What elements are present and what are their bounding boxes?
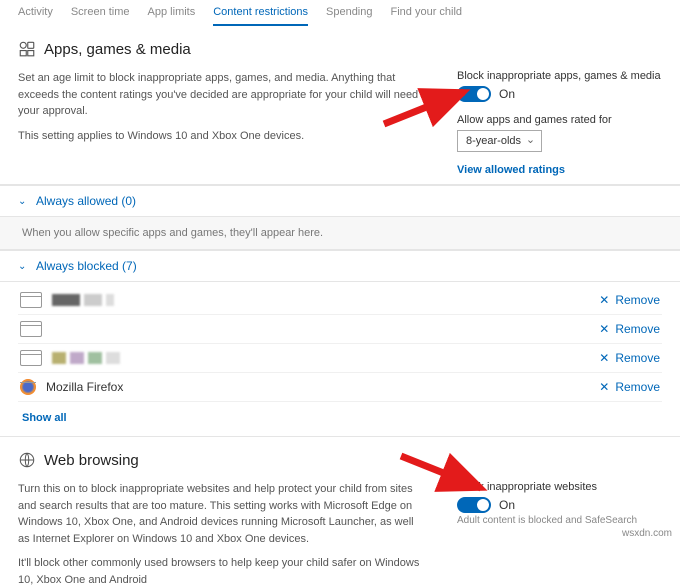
always-allowed-hint: When you allow specific apps and games, … <box>0 217 680 250</box>
remove-button[interactable]: ✕Remove <box>599 293 660 307</box>
block-web-subtext: Adult content is blocked and SafeSearch <box>457 515 662 526</box>
view-allowed-ratings-link[interactable]: View allowed ratings <box>457 164 565 176</box>
section-web-browsing: Web browsing Turn this on to block inapp… <box>0 436 680 588</box>
watermark: wsxdn.com <box>622 528 672 539</box>
tab-spending[interactable]: Spending <box>326 6 373 26</box>
block-web-toggle[interactable] <box>457 497 491 513</box>
blocked-item: ✕Remove <box>18 344 662 373</box>
close-icon: ✕ <box>599 380 609 394</box>
app-icon <box>20 321 42 337</box>
block-web-label: Block inappropriate websites <box>457 481 662 493</box>
always-blocked-label: Always blocked (7) <box>36 259 137 273</box>
block-web-toggle-state: On <box>499 498 515 512</box>
close-icon: ✕ <box>599 351 609 365</box>
block-apps-toggle[interactable] <box>457 86 491 102</box>
apps-description: Set an age limit to block inappropriate … <box>18 70 427 176</box>
blocked-item: ✕Remove <box>18 286 662 315</box>
blocked-app-name: Mozilla Firefox <box>46 380 589 394</box>
tab-activity[interactable]: Activity <box>18 6 53 26</box>
blocked-app-name <box>52 352 589 364</box>
section-apps-games-media: Apps, games & media Set an age limit to … <box>0 26 680 185</box>
section-title-apps: Apps, games & media <box>44 41 191 58</box>
age-rating-select[interactable]: 8-year-olds <box>457 130 542 152</box>
chevron-down-icon: ⌄ <box>18 261 28 272</box>
always-allowed-label: Always allowed (0) <box>36 194 136 208</box>
blocked-item: ✕Remove <box>18 315 662 344</box>
blocked-item: Mozilla Firefox ✕Remove <box>18 373 662 402</box>
tab-content-restrictions[interactable]: Content restrictions <box>213 6 308 26</box>
remove-button[interactable]: ✕Remove <box>599 322 660 336</box>
app-icon <box>20 292 42 308</box>
blocked-app-name <box>52 294 589 306</box>
block-apps-label: Block inappropriate apps, games & media <box>457 70 662 82</box>
web-desc-2: It'll block other commonly used browsers… <box>18 555 427 588</box>
globe-icon <box>18 451 36 469</box>
tab-find-your-child[interactable]: Find your child <box>391 6 463 26</box>
tab-app-limits[interactable]: App limits <box>148 6 196 26</box>
apps-icon <box>18 40 36 58</box>
firefox-icon <box>20 379 36 395</box>
tabs-bar: Activity Screen time App limits Content … <box>0 0 680 26</box>
apps-desc-2: This setting applies to Windows 10 and X… <box>18 128 427 145</box>
always-blocked-row[interactable]: ⌄ Always blocked (7) <box>0 250 680 282</box>
allow-rated-label: Allow apps and games rated for <box>457 114 662 126</box>
web-description: Turn this on to block inappropriate webs… <box>18 481 427 588</box>
chevron-down-icon: ⌄ <box>18 196 28 207</box>
close-icon: ✕ <box>599 322 609 336</box>
app-icon <box>20 350 42 366</box>
remove-button[interactable]: ✕Remove <box>599 380 660 394</box>
remove-button[interactable]: ✕Remove <box>599 351 660 365</box>
close-icon: ✕ <box>599 293 609 307</box>
show-all-link[interactable]: Show all <box>22 412 67 424</box>
apps-desc-1: Set an age limit to block inappropriate … <box>18 70 427 120</box>
web-desc-1: Turn this on to block inappropriate webs… <box>18 481 427 547</box>
block-apps-toggle-state: On <box>499 87 515 101</box>
always-allowed-row[interactable]: ⌄ Always allowed (0) <box>0 185 680 217</box>
blocked-list: ✕Remove ✕Remove ✕Remove Mozilla Firefox … <box>0 282 680 436</box>
section-title-web: Web browsing <box>44 452 139 469</box>
tab-screen-time[interactable]: Screen time <box>71 6 130 26</box>
